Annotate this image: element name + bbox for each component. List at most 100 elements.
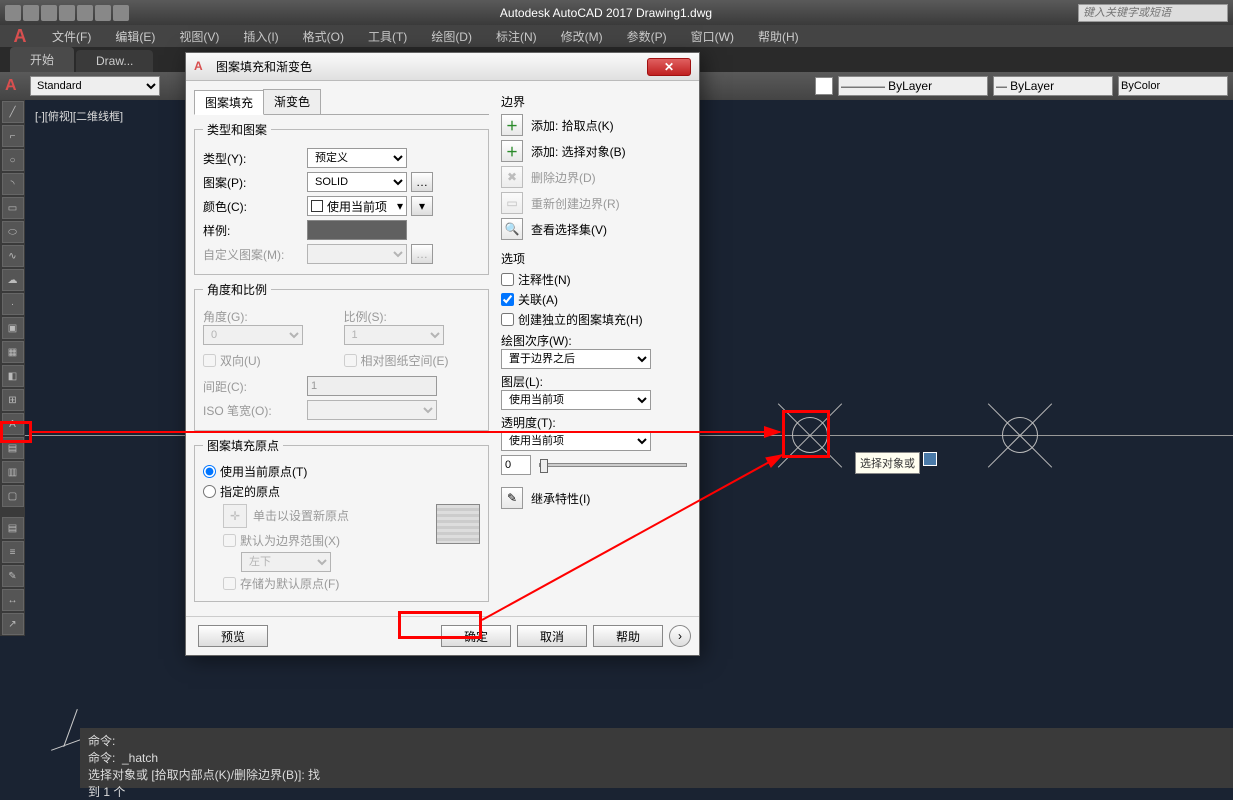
tab-hatch[interactable]: 图案填充 — [194, 90, 264, 115]
expand-button[interactable]: › — [669, 625, 691, 647]
angle-label: 角度(G): — [203, 308, 340, 325]
plotstyle-combo[interactable]: ByColor — [1118, 76, 1228, 96]
pattern-browse-button[interactable]: … — [411, 172, 433, 192]
tool-boundary-icon[interactable]: ▢ — [2, 485, 24, 507]
app-logo-icon[interactable]: A — [5, 25, 35, 47]
point-marker-2[interactable] — [990, 405, 1050, 465]
dialog-close-button[interactable]: ✕ — [647, 58, 691, 76]
tab-gradient[interactable]: 渐变色 — [263, 89, 321, 114]
plus-icon: ＋ — [506, 117, 518, 134]
menu-window[interactable]: 窗口(W) — [679, 28, 746, 45]
tab-start[interactable]: 开始 — [10, 47, 74, 72]
dynamic-tooltip: 选择对象或 — [855, 452, 920, 474]
relpaper-label: 相对图纸空间(E) — [361, 352, 449, 369]
view-selection-button[interactable]: 🔍 — [501, 218, 523, 240]
tool-block-icon[interactable]: ▣ — [2, 317, 24, 339]
color-combo[interactable]: 使用当前项▾ — [307, 196, 407, 216]
ok-button[interactable]: 确定 — [441, 625, 511, 647]
qat-saveas-icon[interactable] — [59, 5, 75, 21]
point-marker-1[interactable] — [780, 405, 840, 465]
remove-label: 删除边界(D) — [531, 169, 596, 186]
dialog-title: 图案填充和渐变色 — [216, 58, 647, 75]
tool-hatch-icon[interactable]: ▤ — [2, 437, 24, 459]
menu-view[interactable]: 视图(V) — [167, 28, 231, 45]
qat-save-icon[interactable] — [41, 5, 57, 21]
command-line[interactable]: 命令: 命令: _hatch 选择对象或 [拾取内部点(K)/删除边界(B)]:… — [80, 728, 1233, 788]
menu-insert[interactable]: 插入(I) — [231, 28, 290, 45]
qat-plot-icon[interactable] — [77, 5, 93, 21]
tool-point-icon[interactable]: · — [2, 293, 24, 315]
linetype-combo[interactable]: ———— ByLayer — [838, 76, 988, 96]
menu-edit[interactable]: 编辑(E) — [103, 28, 167, 45]
dialog-tabs: 图案填充 渐变色 — [194, 89, 489, 115]
qat-open-icon[interactable] — [23, 5, 39, 21]
tool-layers-icon[interactable]: ▤ — [2, 517, 24, 539]
menu-draw[interactable]: 绘图(D) — [419, 28, 484, 45]
help-search-input[interactable] — [1078, 4, 1228, 22]
menu-tools[interactable]: 工具(T) — [356, 28, 419, 45]
slider-thumb[interactable] — [540, 459, 548, 473]
transparency-value-input[interactable] — [501, 455, 531, 475]
tool-polyline-icon[interactable]: ⌐ — [2, 125, 24, 147]
origin-preview — [436, 504, 480, 544]
tool-table-icon[interactable]: ⊞ — [2, 389, 24, 411]
bg-color-button[interactable]: ▾ — [411, 196, 433, 216]
tool-region-icon[interactable]: ◧ — [2, 365, 24, 387]
tool-dim-icon[interactable]: ↔ — [2, 589, 24, 611]
tool-gradient-icon[interactable]: ▥ — [2, 461, 24, 483]
tool-leader-icon[interactable]: ↗ — [2, 613, 24, 635]
iso-label: ISO 笔宽(O): — [203, 402, 303, 419]
menubar: A 文件(F) 编辑(E) 视图(V) 插入(I) 格式(O) 工具(T) 绘图… — [0, 25, 1233, 47]
origin-current-radio[interactable] — [203, 465, 216, 478]
menu-param[interactable]: 参数(P) — [615, 28, 679, 45]
tool-match-icon[interactable]: ✎ — [2, 565, 24, 587]
separate-checkbox[interactable] — [501, 313, 514, 326]
custom-label: 自定义图案(M): — [203, 246, 303, 263]
sample-preview[interactable] — [307, 220, 407, 240]
double-checkbox — [203, 354, 216, 367]
spacing-input — [307, 376, 437, 396]
dialog-app-icon: A — [194, 59, 210, 75]
tool-arc-icon[interactable]: ◝ — [2, 173, 24, 195]
transparency-combo[interactable]: 使用当前项 — [501, 431, 651, 451]
dialog-titlebar[interactable]: A 图案填充和渐变色 ✕ — [186, 53, 699, 81]
tab-drawing1[interactable]: Draw... — [76, 50, 153, 72]
tool-circle-icon[interactable]: ○ — [2, 149, 24, 171]
help-button[interactable]: 帮助 — [593, 625, 663, 647]
add-select-button[interactable]: ＋ — [501, 140, 523, 162]
annotative-checkbox[interactable] — [501, 273, 514, 286]
layer-combo[interactable]: 使用当前项 — [501, 390, 651, 410]
viewport-label[interactable]: [-][俯视][二维线框] — [35, 108, 123, 124]
tool-spline-icon[interactable]: ∿ — [2, 245, 24, 267]
transparency-slider[interactable] — [539, 463, 687, 467]
menu-modify[interactable]: 修改(M) — [549, 28, 615, 45]
menu-format[interactable]: 格式(O) — [291, 28, 356, 45]
menu-dim[interactable]: 标注(N) — [484, 28, 549, 45]
draworder-combo[interactable]: 置于边界之后 — [501, 349, 651, 369]
cancel-button[interactable]: 取消 — [517, 625, 587, 647]
style-combo[interactable]: Standard — [30, 76, 160, 96]
qat-undo-icon[interactable] — [95, 5, 111, 21]
add-pickpoint-button[interactable]: ＋ — [501, 114, 523, 136]
tool-rect-icon[interactable]: ▭ — [2, 197, 24, 219]
lineweight-combo[interactable]: — ByLayer — [993, 76, 1113, 96]
origin-legend: 图案填充原点 — [203, 437, 283, 454]
pattern-combo[interactable]: SOLID — [307, 172, 407, 192]
associative-checkbox[interactable] — [501, 293, 514, 306]
qat-redo-icon[interactable] — [113, 5, 129, 21]
type-combo[interactable]: 预定义 — [307, 148, 407, 168]
inherit-props-button[interactable]: ✎ — [501, 487, 523, 509]
preview-button[interactable]: 预览 — [198, 625, 268, 647]
tool-props-icon[interactable]: ≡ — [2, 541, 24, 563]
tool-mtext-icon[interactable]: A — [2, 413, 24, 435]
menu-file[interactable]: 文件(F) — [40, 28, 103, 45]
tool-hatch2-icon[interactable]: ▦ — [2, 341, 24, 363]
color-swatch[interactable] — [815, 77, 833, 95]
tool-revcloud-icon[interactable]: ☁ — [2, 269, 24, 291]
origin-specified-radio[interactable] — [203, 485, 216, 498]
qat-new-icon[interactable] — [5, 5, 21, 21]
tool-line-icon[interactable]: ╱ — [2, 101, 24, 123]
add-pick-label: 添加: 拾取点(K) — [531, 117, 614, 134]
menu-help[interactable]: 帮助(H) — [746, 28, 811, 45]
tool-ellipse-icon[interactable]: ⬭ — [2, 221, 24, 243]
